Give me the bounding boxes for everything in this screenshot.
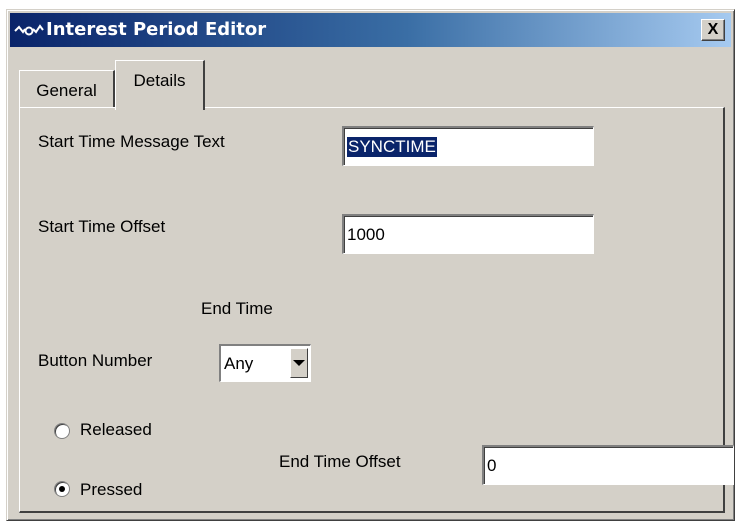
start-time-message-value: SYNCTIME (347, 136, 437, 157)
button-number-label: Button Number (38, 351, 153, 370)
start-time-offset-value: 1000 (347, 224, 385, 244)
details-panel: Start Time Message Text SYNCTIME Start T… (19, 107, 734, 513)
released-radio[interactable] (54, 423, 70, 439)
start-time-message-label: Start Time Message Text (38, 132, 225, 151)
pressed-label[interactable]: Pressed (80, 480, 142, 500)
dialog-window: Interest Period Editor X General Details… (6, 9, 735, 521)
chevron-down-icon[interactable] (290, 348, 308, 378)
start-time-message-input[interactable]: SYNCTIME (342, 126, 594, 166)
window-title: Interest Period Editor (46, 19, 267, 40)
waveform-icon (14, 24, 44, 36)
end-time-offset-input[interactable]: 0 (482, 445, 734, 485)
pressed-radio[interactable] (54, 481, 70, 497)
close-button[interactable]: X (701, 19, 725, 41)
tab-details[interactable]: Details (115, 60, 205, 110)
close-icon: X (707, 21, 719, 38)
radio-selected-dot (59, 486, 65, 492)
start-time-offset-label: Start Time Offset (38, 217, 166, 236)
title-bar[interactable]: Interest Period Editor X (10, 13, 731, 47)
end-time-offset-value: 0 (487, 455, 497, 475)
button-number-select[interactable]: Any (219, 344, 311, 382)
tab-details-label: Details (133, 71, 186, 90)
tab-general[interactable]: General (19, 70, 115, 108)
button-number-value: Any (224, 353, 254, 373)
end-time-heading: End Time (201, 299, 273, 318)
tab-general-label: General (36, 81, 97, 100)
start-time-offset-input[interactable]: 1000 (342, 214, 594, 254)
released-label[interactable]: Released (80, 420, 152, 440)
end-time-offset-label: End Time Offset (279, 452, 401, 471)
